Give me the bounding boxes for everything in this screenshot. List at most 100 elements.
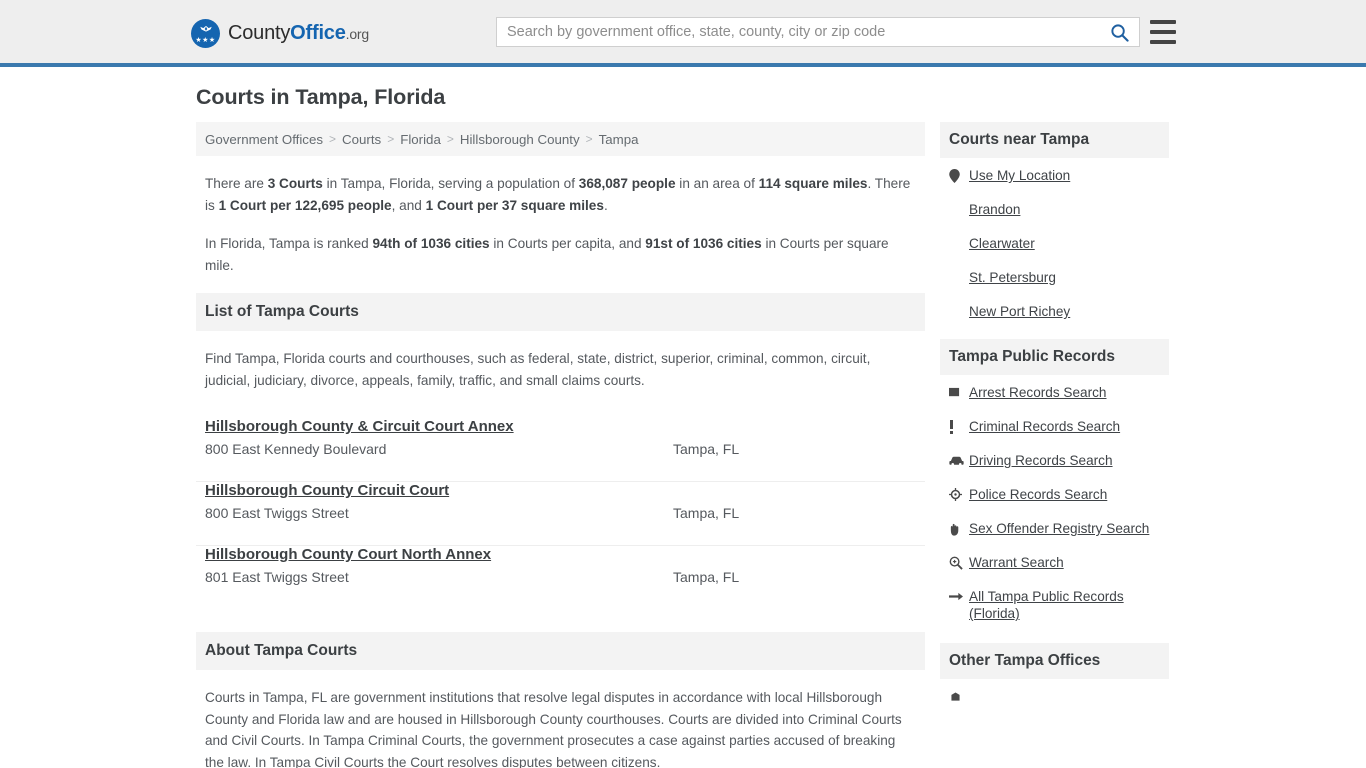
no-icon-spacer (949, 303, 969, 320)
nearby-city-link[interactable]: St. Petersburg (969, 269, 1056, 286)
sidebar-public-records-heading: Tampa Public Records (940, 339, 1169, 375)
stat-value: 1 Court per 37 square miles (425, 197, 604, 213)
list-item[interactable] (949, 688, 1160, 705)
stat-text: in Tampa, Florida, serving a population … (322, 176, 579, 191)
list-item[interactable]: Criminal Records Search (949, 418, 1160, 435)
list-section-description: Find Tampa, Florida courts and courthous… (205, 351, 871, 388)
main-content-column: Courts in Tampa, Florida Government Offi… (196, 85, 925, 768)
breadcrumb-separator: > (446, 132, 454, 146)
countyoffice-logo-icon: ★★★ (191, 18, 220, 48)
handcuffs-icon (949, 384, 969, 401)
hamburger-menu-button[interactable] (1150, 20, 1176, 44)
stat-text: in Courts per capita, and (489, 236, 646, 251)
breadcrumb-item-2[interactable]: Courts (342, 132, 381, 147)
sidebar-public-records-list: Arrest Records Search Criminal Records Se… (940, 375, 1169, 622)
breadcrumb-item-3[interactable]: Florida (400, 132, 441, 147)
court-list-item: Hillsborough County Circuit Court 800 Eas… (196, 482, 925, 546)
public-record-link[interactable]: Police Records Search (969, 486, 1107, 503)
list-item[interactable]: Clearwater (949, 235, 1160, 252)
list-item[interactable]: Driving Records Search (949, 452, 1160, 469)
public-record-link[interactable]: Criminal Records Search (969, 418, 1120, 435)
court-city-state: Tampa, FL (673, 569, 740, 585)
site-header: ★★★ CountyOffice.org (0, 0, 1366, 67)
court-name-link[interactable]: Hillsborough County Circuit Court (205, 482, 449, 499)
about-section-heading: About Tampa Courts (196, 632, 925, 670)
breadcrumb-separator: > (329, 132, 337, 146)
sidebar-other-offices-heading: Other Tampa Offices (940, 643, 1169, 679)
police-badge-icon (949, 486, 969, 503)
site-logo[interactable]: ★★★ CountyOffice.org (191, 18, 369, 48)
list-item[interactable]: New Port Richey (949, 303, 1160, 320)
magnifier-icon (949, 554, 969, 571)
page-title: Courts in Tampa, Florida (196, 85, 446, 109)
court-address: 800 East Kennedy Boulevard (205, 441, 387, 457)
court-list: Hillsborough County & Circuit Court Anne… (196, 418, 925, 610)
map-pin-icon (949, 167, 969, 184)
sidebar-card-other-offices: Other Tampa Offices (940, 643, 1169, 705)
stats-block: There are 3 Courts in Tampa, Florida, se… (196, 173, 925, 276)
no-icon-spacer (949, 201, 969, 218)
breadcrumb-item-1[interactable]: Government Offices (205, 132, 323, 147)
sidebar-card-nearby: Courts near Tampa Use My Location Brandon… (940, 122, 1169, 320)
search-bar[interactable] (496, 17, 1140, 47)
breadcrumb-item-4[interactable]: Hillsborough County (460, 132, 580, 147)
logo-part-county: County (228, 21, 291, 44)
sidebar-nearby-list: Use My Location Brandon Clearwater St. Pete… (940, 158, 1169, 320)
list-section-body: Find Tampa, Florida courts and courthous… (196, 348, 925, 391)
public-record-link[interactable]: Driving Records Search (969, 452, 1113, 469)
public-record-link[interactable]: Sex Offender Registry Search (969, 520, 1149, 537)
hand-icon (949, 520, 969, 537)
court-name-link[interactable]: Hillsborough County & Circuit Court Anne… (205, 418, 514, 435)
exclamation-icon (949, 418, 969, 435)
list-item[interactable]: Warrant Search (949, 554, 1160, 571)
court-address-row: 801 East Twiggs Street Tampa, FL (205, 569, 916, 585)
public-record-link[interactable]: Warrant Search (969, 554, 1064, 571)
list-section-heading: List of Tampa Courts (196, 293, 925, 331)
court-address: 801 East Twiggs Street (205, 569, 349, 585)
stat-value: 114 square miles (758, 176, 868, 191)
list-item[interactable]: All Tampa Public Records (Florida) (949, 588, 1160, 622)
sidebar-column: Courts near Tampa Use My Location Brandon… (940, 122, 1169, 722)
breadcrumb-item-5[interactable]: Tampa (599, 132, 639, 147)
court-city-state: Tampa, FL (673, 505, 740, 521)
court-address-row: 800 East Kennedy Boulevard Tampa, FL (205, 441, 916, 457)
logo-part-tld: .org (345, 25, 370, 42)
stat-text: , and (391, 197, 426, 213)
stat-value: 3 Courts (267, 176, 323, 191)
nearby-city-link[interactable]: Use My Location (969, 167, 1070, 184)
stats-paragraph-counts: There are 3 Courts in Tampa, Florida, se… (205, 173, 916, 216)
nearby-city-link[interactable]: Clearwater (969, 235, 1035, 252)
stat-value: 368,087 people (578, 176, 676, 191)
public-record-link[interactable]: Arrest Records Search (969, 384, 1107, 401)
list-item[interactable]: St. Petersburg (949, 269, 1160, 286)
list-item[interactable]: Sex Offender Registry Search (949, 520, 1160, 537)
arrow-right-icon (949, 588, 969, 605)
search-icon (1110, 23, 1129, 42)
breadcrumb-separator: > (585, 132, 593, 146)
about-section-paragraph: Courts in Tampa, FL are government insti… (205, 690, 902, 768)
hamburger-menu-icon-bar-2 (1150, 30, 1176, 34)
list-item[interactable]: Use My Location (949, 167, 1160, 184)
nearby-city-link[interactable]: New Port Richey (969, 303, 1070, 320)
no-icon-spacer (949, 235, 969, 252)
car-icon (949, 452, 969, 469)
hamburger-menu-icon-bar-3 (1150, 40, 1176, 44)
stat-value: 91st of 1036 cities (645, 236, 762, 251)
sidebar-card-public-records: Tampa Public Records Arrest Records Sear… (940, 339, 1169, 622)
search-button[interactable] (1099, 18, 1139, 46)
stat-text: in an area of (675, 176, 759, 191)
list-item[interactable]: Brandon (949, 201, 1160, 218)
nearby-city-link[interactable]: Brandon (969, 201, 1020, 218)
list-item[interactable]: Arrest Records Search (949, 384, 1160, 401)
search-input[interactable] (497, 18, 1099, 46)
list-item[interactable]: Police Records Search (949, 486, 1160, 503)
breadcrumb-separator: > (387, 132, 395, 146)
stat-value: 94th of 1036 cities (372, 236, 490, 251)
about-section-body: Courts in Tampa, FL are government insti… (196, 687, 925, 768)
court-address: 800 East Twiggs Street (205, 505, 349, 521)
court-list-item: Hillsborough County Court North Annex 801… (196, 546, 925, 610)
court-name-link[interactable]: Hillsborough County Court North Annex (205, 546, 491, 563)
logo-part-office: Office (290, 21, 346, 44)
public-record-link[interactable]: All Tampa Public Records (Florida) (969, 588, 1160, 622)
hamburger-menu-icon-bar-1 (1150, 20, 1176, 24)
